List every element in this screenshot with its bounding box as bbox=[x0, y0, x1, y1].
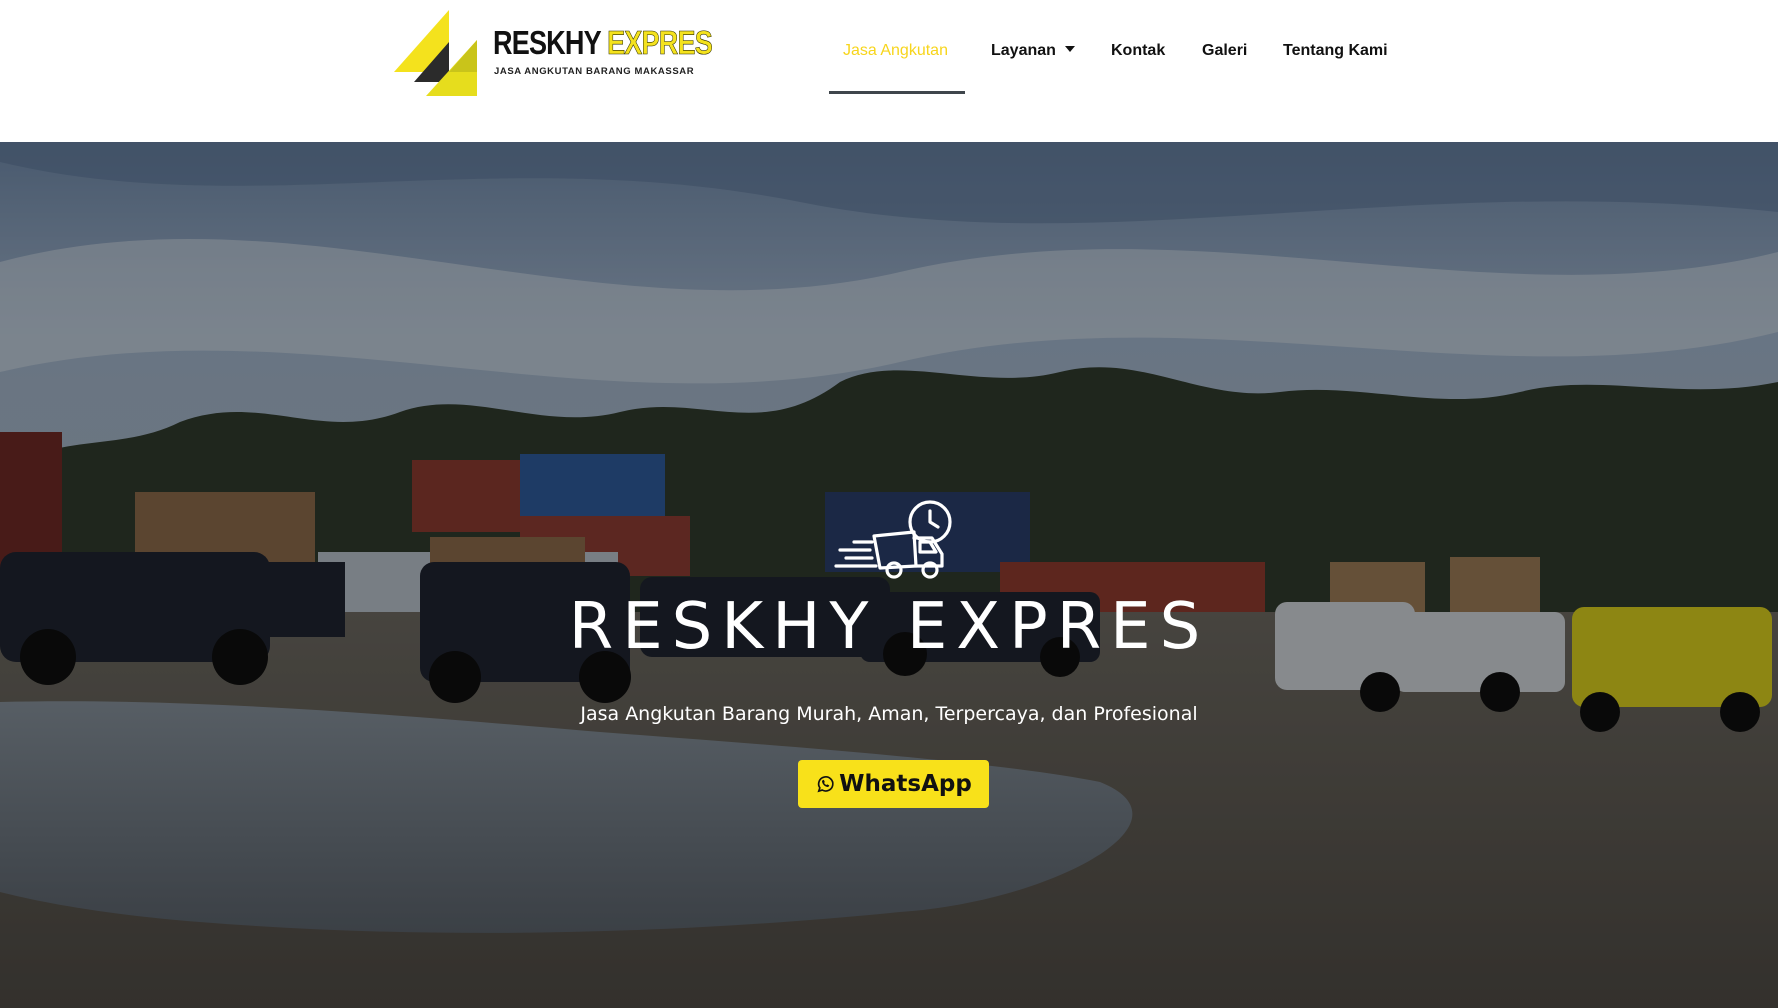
delivery-truck-clock-icon bbox=[834, 500, 952, 579]
nav-item-layanan[interactable]: Layanan bbox=[991, 42, 1075, 60]
nav-active-underline bbox=[829, 91, 965, 94]
chevron-down-icon bbox=[1064, 46, 1075, 52]
whatsapp-button-label: WhatsApp bbox=[839, 771, 972, 797]
nav-item-galeri[interactable]: Galeri bbox=[1202, 42, 1247, 60]
hero-subtitle: Jasa Angkutan Barang Murah, Aman, Terper… bbox=[580, 703, 1198, 725]
whatsapp-button[interactable]: WhatsApp bbox=[798, 760, 989, 808]
hero-title: RESKHY EXPRES bbox=[568, 590, 1210, 664]
main-nav: Jasa Angkutan Layanan Kontak Galeri Tent… bbox=[0, 0, 1778, 96]
hero-section: RESKHY EXPRES Jasa Angkutan Barang Murah… bbox=[0, 142, 1778, 1008]
site-header: RESKHY EXPRES JASA ANGKUTAN BARANG MAKAS… bbox=[0, 0, 1778, 142]
nav-item-jasa-angkutan[interactable]: Jasa Angkutan bbox=[843, 42, 948, 60]
nav-item-tentang-kami[interactable]: Tentang Kami bbox=[1283, 42, 1388, 60]
hero-content: RESKHY EXPRES Jasa Angkutan Barang Murah… bbox=[0, 142, 1778, 1008]
nav-item-kontak[interactable]: Kontak bbox=[1111, 42, 1165, 60]
whatsapp-icon bbox=[817, 776, 834, 793]
nav-item-layanan-label: Layanan bbox=[991, 42, 1056, 59]
